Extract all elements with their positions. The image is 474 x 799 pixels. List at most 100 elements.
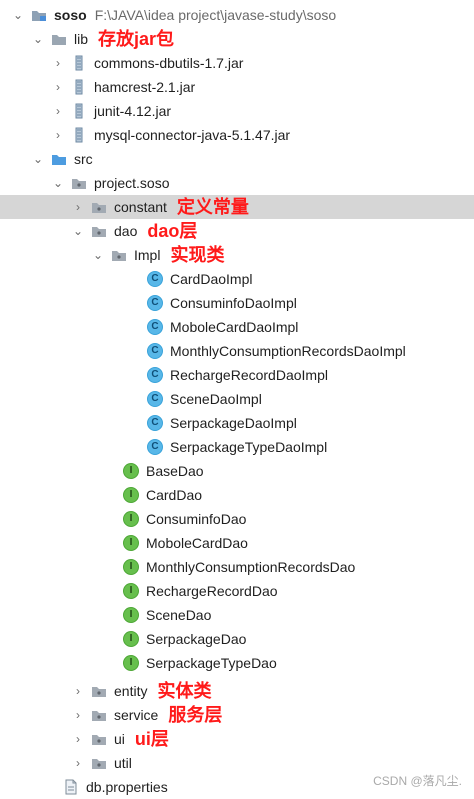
annotation-label: 存放jar包	[98, 29, 175, 49]
tree-row-interface[interactable]: I RechargeRecordDao	[0, 579, 474, 603]
annotation-label: dao层	[147, 221, 198, 241]
tree-row-src[interactable]: ⌄ src	[0, 147, 474, 171]
chevron-down-icon[interactable]: ⌄	[30, 151, 46, 167]
tree-item-label: dao	[114, 223, 138, 239]
chevron-right-icon[interactable]: ›	[70, 755, 86, 771]
tree-row-interface[interactable]: I ConsuminfoDao	[0, 507, 474, 531]
annotation-label: 定义常量	[176, 197, 249, 217]
tree-row-interface[interactable]: I SerpackageDao	[0, 627, 474, 651]
class-icon: C	[146, 366, 164, 384]
class-icon: C	[146, 318, 164, 336]
tree-row-package[interactable]: ⌄ dao dao层	[0, 219, 474, 243]
tree-row-package[interactable]: › entity 实体类	[0, 679, 474, 703]
package-icon	[90, 198, 108, 216]
project-tree: ⌄ soso F:\JAVA\idea project\javase-study…	[0, 0, 474, 799]
tree-item-label: ui	[114, 731, 125, 747]
tree-row-class[interactable]: C RechargeRecordDaoImpl	[0, 363, 474, 387]
chevron-right-icon[interactable]: ›	[50, 79, 66, 95]
folder-icon	[50, 30, 68, 48]
tree-item-label: ConsuminfoDao	[146, 511, 247, 527]
tree-item-label: src	[74, 151, 93, 167]
tree-row-class[interactable]: C SerpackageTypeDaoImpl	[0, 435, 474, 459]
class-icon: C	[146, 342, 164, 360]
jar-icon	[70, 126, 88, 144]
tree-item-label: Impl	[134, 247, 161, 263]
tree-item-label: SerpackageTypeDaoImpl	[170, 439, 328, 455]
chevron-right-icon[interactable]: ›	[70, 683, 86, 699]
tree-item-label: constant	[114, 199, 167, 215]
tree-row-jar[interactable]: › junit-4.12.jar	[0, 99, 474, 123]
tree-item-label: MonthlyConsumptionRecordsDaoImpl	[170, 343, 406, 359]
tree-item-label: MoboleCardDao	[146, 535, 248, 551]
interface-icon: I	[122, 630, 140, 648]
tree-row-package[interactable]: ⌄ project.soso	[0, 171, 474, 195]
tree-item-label: service	[114, 707, 159, 723]
chevron-down-icon[interactable]: ⌄	[70, 223, 86, 239]
properties-file-icon	[62, 778, 80, 796]
tree-row-class[interactable]: C CardDaoImpl	[0, 267, 474, 291]
tree-row-interface[interactable]: I MonthlyConsumptionRecordsDao	[0, 555, 474, 579]
chevron-right-icon[interactable]: ›	[70, 199, 86, 215]
package-icon	[90, 222, 108, 240]
tree-item-label: commons-dbutils-1.7.jar	[94, 55, 244, 71]
tree-item-label: hamcrest-2.1.jar	[94, 79, 196, 95]
tree-row-interface[interactable]: I BaseDao	[0, 459, 474, 483]
tree-row-jar[interactable]: › hamcrest-2.1.jar	[0, 75, 474, 99]
tree-row-class[interactable]: C SerpackageDaoImpl	[0, 411, 474, 435]
tree-row-class[interactable]: C MonthlyConsumptionRecordsDaoImpl	[0, 339, 474, 363]
chevron-right-icon[interactable]: ›	[70, 731, 86, 747]
tree-row-jar[interactable]: › commons-dbutils-1.7.jar	[0, 51, 474, 75]
source-folder-icon	[50, 150, 68, 168]
interface-icon: I	[122, 558, 140, 576]
annotation-label: ui层	[134, 729, 169, 749]
tree-row-project-root[interactable]: ⌄ soso F:\JAVA\idea project\javase-study…	[0, 3, 474, 27]
tree-row-package-selected[interactable]: › constant 定义常量	[0, 195, 474, 219]
class-icon: C	[146, 414, 164, 432]
package-icon	[90, 730, 108, 748]
module-folder-icon	[30, 6, 48, 24]
class-icon: C	[146, 390, 164, 408]
tree-item-label: ConsuminfoDaoImpl	[170, 295, 297, 311]
tree-row-package[interactable]: › ui ui层	[0, 727, 474, 751]
chevron-right-icon[interactable]: ›	[50, 55, 66, 71]
tree-item-label: SerpackageDaoImpl	[170, 415, 297, 431]
chevron-down-icon[interactable]: ⌄	[10, 7, 26, 23]
tree-item-label: CardDaoImpl	[170, 271, 253, 287]
tree-row-interface[interactable]: I SerpackageTypeDao	[0, 651, 474, 675]
tree-row-jar[interactable]: › mysql-connector-java-5.1.47.jar	[0, 123, 474, 147]
tree-row-interface[interactable]: I SceneDao	[0, 603, 474, 627]
tree-row-package[interactable]: › service 服务层	[0, 703, 474, 727]
tree-row-class[interactable]: C SceneDaoImpl	[0, 387, 474, 411]
tree-row-lib[interactable]: ⌄ lib 存放jar包	[0, 27, 474, 51]
tree-item-label: RechargeRecordDaoImpl	[170, 367, 328, 383]
jar-icon	[70, 78, 88, 96]
chevron-down-icon[interactable]: ⌄	[30, 31, 46, 47]
interface-icon: I	[122, 606, 140, 624]
interface-icon: I	[122, 510, 140, 528]
interface-icon: I	[122, 462, 140, 480]
jar-icon	[70, 102, 88, 120]
chevron-down-icon[interactable]: ⌄	[50, 175, 66, 191]
tree-item-label: CardDao	[146, 487, 203, 503]
chevron-right-icon[interactable]: ›	[70, 707, 86, 723]
chevron-down-icon[interactable]: ⌄	[90, 247, 106, 263]
chevron-right-icon[interactable]: ›	[50, 127, 66, 143]
chevron-right-icon[interactable]: ›	[50, 103, 66, 119]
tree-item-label: SceneDaoImpl	[170, 391, 262, 407]
tree-item-label: SceneDao	[146, 607, 212, 623]
package-icon	[90, 706, 108, 724]
interface-icon: I	[122, 486, 140, 504]
tree-item-label: RechargeRecordDao	[146, 583, 278, 599]
tree-row-interface[interactable]: I MoboleCardDao	[0, 531, 474, 555]
tree-item-label: MonthlyConsumptionRecordsDao	[146, 559, 356, 575]
watermark: CSDN @落凡尘.	[373, 774, 462, 788]
tree-item-label: MoboleCardDaoImpl	[170, 319, 299, 335]
tree-row-class[interactable]: C ConsuminfoDaoImpl	[0, 291, 474, 315]
tree-item-label: lib	[74, 31, 89, 47]
tree-row-class[interactable]: C MoboleCardDaoImpl	[0, 315, 474, 339]
interface-icon: I	[122, 582, 140, 600]
package-icon	[70, 174, 88, 192]
tree-row-package[interactable]: ⌄ Impl 实现类	[0, 243, 474, 267]
tree-row-interface[interactable]: I CardDao	[0, 483, 474, 507]
package-icon	[90, 682, 108, 700]
